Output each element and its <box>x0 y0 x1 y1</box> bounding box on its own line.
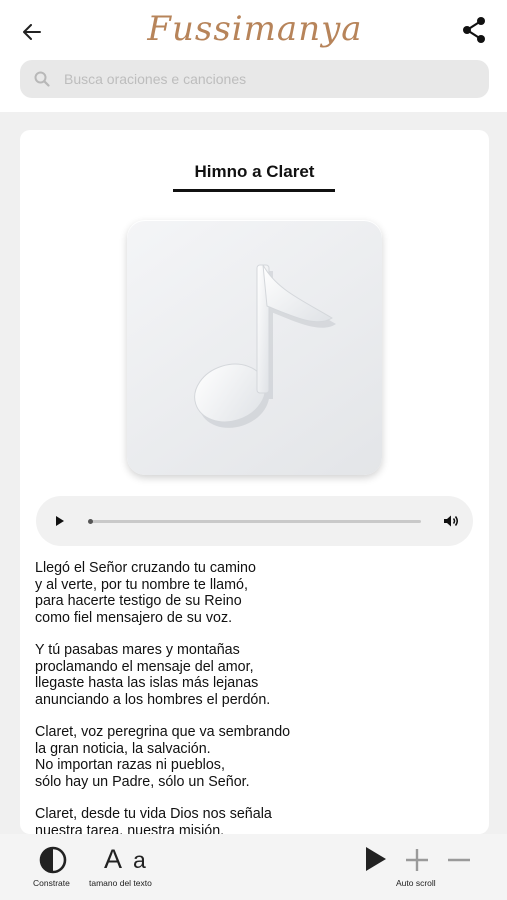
progress-knob[interactable] <box>88 519 93 524</box>
bottom-toolbar: Constrate A a tamano del texto Auto scro… <box>0 834 507 900</box>
share-icon <box>463 17 485 43</box>
lyrics-line: sólo hay un Padre, sólo un Señor. <box>35 773 250 790</box>
lyrics-line: Claret, voz peregrina que va sembrando <box>35 724 291 740</box>
text-size-big: A <box>104 844 125 874</box>
contrast-button[interactable] <box>38 845 68 875</box>
plus-icon <box>406 849 428 871</box>
song-card: Himno a Claret Llegó el Señor cruzando t… <box>20 130 489 834</box>
text-size-button[interactable]: A a <box>104 844 148 875</box>
play-icon <box>56 516 64 526</box>
lyrics-line: para hacerte testigo de su Reino <box>35 593 242 609</box>
volume-icon <box>444 515 458 527</box>
minus-icon <box>448 858 470 862</box>
app-header: Fussimanya <box>0 0 507 60</box>
auto-scroll-label: Auto scroll <box>396 878 436 888</box>
lyrics-line: la gran noticia, la salvación. <box>35 740 211 757</box>
text-size-label: tamano del texto <box>89 878 152 888</box>
app-logo-text: Fussimanya <box>147 9 363 49</box>
lyrics-stanza: Llegó el Señor cruzando tu camino y al ve… <box>35 560 475 626</box>
app-logo: Fussimanya <box>147 0 363 58</box>
lyrics-line: Y tú pasabas mares y montañas <box>35 642 240 658</box>
search-icon <box>34 71 50 87</box>
contrast-label: Constrate <box>33 878 70 888</box>
lyrics-text: Llegó el Señor cruzando tu camino y al ve… <box>35 560 475 834</box>
lyrics-line: y al verte, por tu nombre te llamó, <box>35 576 248 593</box>
text-size-small: a <box>132 847 148 873</box>
volume-button[interactable] <box>440 510 462 532</box>
lyrics-line: Claret, desde tu vida Dios nos señala <box>35 806 272 822</box>
lyrics-stanza: Claret, voz peregrina que va sembrando la… <box>35 724 475 790</box>
lyrics-line: anunciando a los hombres el perdón. <box>35 691 271 708</box>
lyrics-line: No importan razas ni pueblos, <box>35 757 225 773</box>
lyrics-stanza: Claret, desde tu vida Dios nos señala nue… <box>35 806 475 834</box>
scroll-speed-plus-button[interactable] <box>405 848 429 872</box>
audio-player <box>36 496 473 546</box>
lyrics-line: nuestra tarea, nuestra misión. <box>35 822 225 835</box>
song-title: Himno a Claret <box>194 162 315 181</box>
lyrics-line: proclamando el mensaje del amor, <box>35 658 254 675</box>
lyrics-line: Llegó el Señor cruzando tu camino <box>35 560 256 576</box>
search-input[interactable] <box>64 71 464 87</box>
back-button[interactable] <box>18 18 46 46</box>
song-artwork <box>127 220 382 475</box>
contrast-icon <box>39 846 67 874</box>
lyrics-stanza: Y tú pasabas mares y montañas proclamando… <box>35 642 475 708</box>
share-button[interactable] <box>458 14 490 46</box>
play-icon <box>366 847 386 871</box>
auto-scroll-play-button[interactable] <box>364 846 388 872</box>
lyrics-line: llegaste hasta las islas más lejanas <box>35 675 259 691</box>
search-bar[interactable] <box>20 60 489 98</box>
lyrics-line: como fiel mensajero de su voz. <box>35 609 233 626</box>
music-note-icon <box>194 264 336 428</box>
play-button[interactable] <box>50 511 70 531</box>
arrow-left-icon <box>23 24 41 40</box>
scroll-speed-minus-button[interactable] <box>447 848 471 872</box>
title-underline <box>173 189 335 192</box>
progress-bar[interactable] <box>88 519 421 524</box>
